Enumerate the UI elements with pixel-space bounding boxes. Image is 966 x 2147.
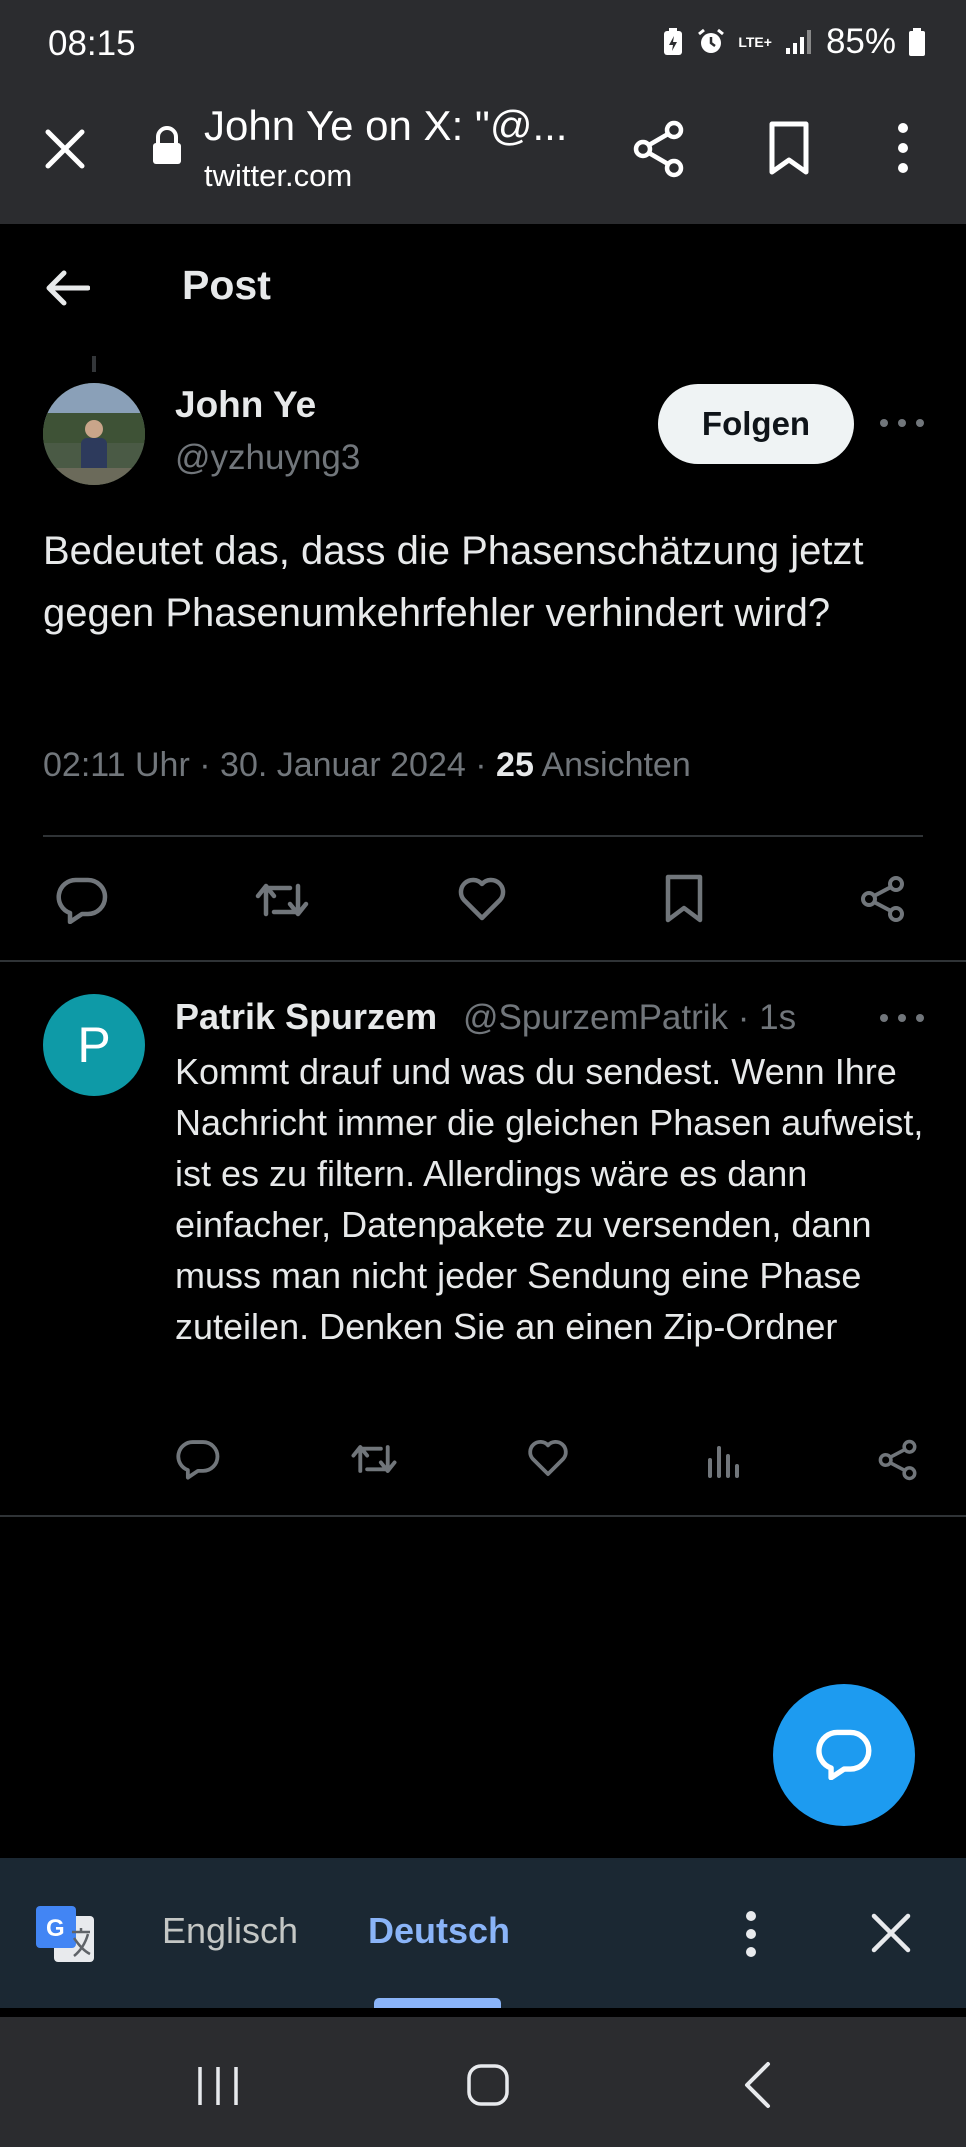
compose-reply-icon: [816, 1728, 872, 1783]
lte-signal-icon: LTE+: [738, 34, 772, 50]
post-time[interactable]: 02:11 Uhr: [43, 746, 190, 784]
views-label[interactable]: Ansichten: [541, 746, 690, 784]
signal-bars-icon: [784, 28, 814, 56]
target-language-tab[interactable]: Deutsch: [368, 1910, 510, 1952]
status-time: 08:15: [48, 24, 136, 63]
thread-connector-line: [92, 356, 96, 372]
source-language-tab[interactable]: Englisch: [162, 1910, 298, 1952]
close-icon[interactable]: [40, 124, 90, 174]
page-heading: Post: [182, 262, 271, 308]
avatar[interactable]: [43, 383, 145, 485]
reply-more-options-icon[interactable]: [880, 1008, 924, 1028]
meta-separator: ·: [199, 746, 211, 784]
repost-icon[interactable]: [350, 1440, 398, 1483]
recent-apps-icon[interactable]: [196, 2065, 240, 2112]
selected-language-indicator: [374, 1998, 501, 2008]
post-metadata: 02:11 Uhr · 30. Januar 2024 · 25 Ansicht…: [43, 746, 691, 785]
post-text: Bedeutet das, dass die Phasenschätzung j…: [43, 529, 864, 635]
translate-bar: G Englisch Deutsch: [0, 1858, 966, 2008]
share-icon[interactable]: [876, 1438, 920, 1487]
reply-time[interactable]: 1s: [759, 998, 796, 1037]
post-date[interactable]: 30. Januar 2024: [220, 746, 466, 784]
bookmark-icon[interactable]: [662, 874, 706, 929]
follow-button[interactable]: Folgen: [658, 384, 854, 464]
status-bar: 08:15 LTE+ 85%: [0, 0, 966, 90]
page-url[interactable]: twitter.com: [204, 158, 352, 194]
alarm-icon: [696, 27, 726, 57]
svg-text:G: G: [46, 1915, 65, 1942]
status-icons: LTE+ 85%: [662, 22, 926, 62]
back-icon[interactable]: [742, 2061, 772, 2114]
share-icon[interactable]: [858, 874, 908, 929]
bookmark-icon[interactable]: [764, 120, 814, 181]
like-icon[interactable]: [456, 876, 508, 927]
divider: [0, 1515, 966, 1517]
battery-icon: [908, 27, 926, 57]
battery-saver-icon: [662, 27, 684, 57]
home-icon[interactable]: [466, 2063, 510, 2112]
like-icon[interactable]: [526, 1438, 570, 1483]
reply-icon[interactable]: [176, 1438, 220, 1485]
overflow-menu-icon[interactable]: [740, 1910, 762, 1963]
reply-author-handle[interactable]: @SpurzemPatrik: [463, 998, 728, 1037]
page-title: John Ye on X: "@...: [204, 102, 568, 149]
custom-tab-toolbar: John Ye on X: "@... twitter.com: [0, 90, 966, 224]
meta-separator: ·: [475, 746, 487, 784]
views-count[interactable]: 25: [496, 746, 534, 784]
divider: [0, 960, 966, 962]
post-header: Post: [0, 224, 966, 354]
back-arrow-icon[interactable]: [44, 268, 91, 313]
meta-separator: ·: [737, 998, 750, 1037]
repost-icon[interactable]: [254, 878, 310, 927]
reply-author-name[interactable]: Patrik Spurzem: [175, 996, 437, 1038]
reply-icon[interactable]: [56, 876, 108, 929]
google-translate-icon: G: [34, 1904, 96, 1971]
close-icon[interactable]: [868, 1910, 914, 1961]
reply-text: Kommt drauf und was du sendest. Wenn Ihr…: [175, 1051, 924, 1347]
more-options-icon[interactable]: [880, 413, 924, 433]
compose-reply-button[interactable]: [773, 1684, 915, 1826]
battery-percent: 85%: [825, 22, 896, 61]
views-analytics-icon[interactable]: [704, 1440, 744, 1485]
system-navigation-bar: [0, 2017, 966, 2147]
overflow-menu-icon[interactable]: [888, 120, 918, 181]
author-name[interactable]: John Ye: [175, 384, 316, 426]
divider: [43, 835, 923, 837]
reply-author-meta[interactable]: @SpurzemPatrik · 1s: [463, 998, 796, 1038]
lock-icon[interactable]: [150, 126, 184, 171]
share-icon[interactable]: [630, 118, 688, 185]
reply-avatar[interactable]: P: [43, 994, 145, 1096]
author-handle[interactable]: @yzhuyng3: [175, 438, 360, 478]
